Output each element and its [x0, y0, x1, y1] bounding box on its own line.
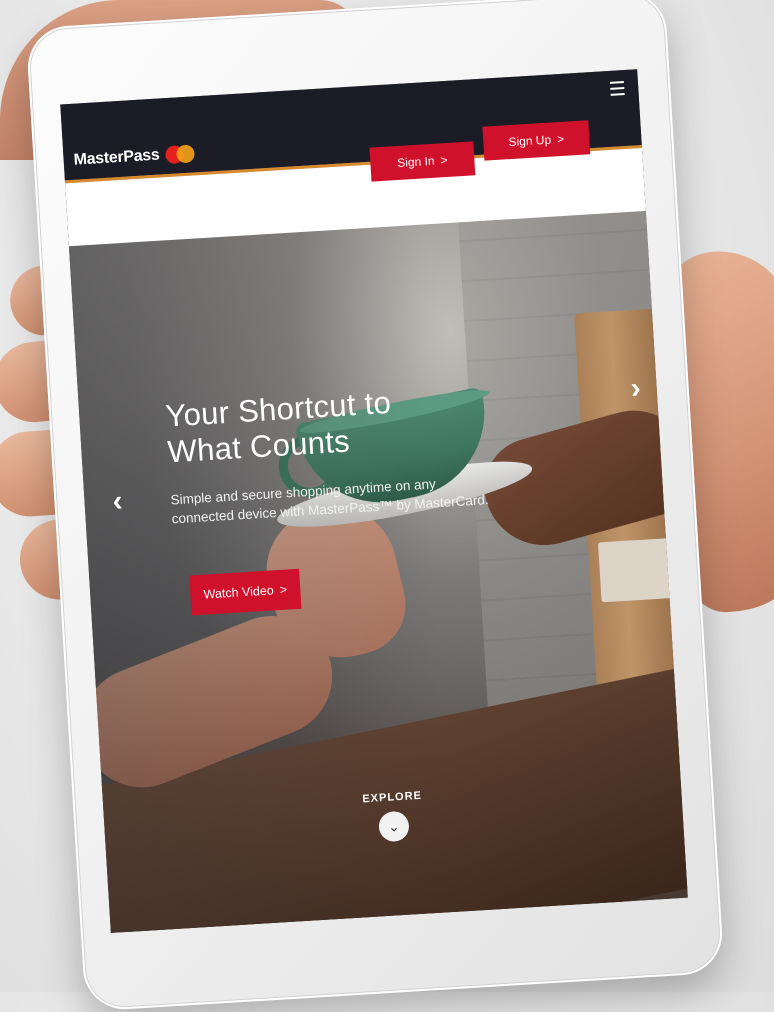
- tablet-device: MasterPass Sign In > Sign Up > ‹ › Your …: [25, 0, 725, 1012]
- watch-video-label: Watch Video: [203, 583, 275, 602]
- mastercard-circles-icon: [164, 144, 196, 165]
- chevron-right-icon: >: [556, 131, 565, 147]
- hero-text-block: Your Shortcut to What Counts Simple and …: [164, 379, 501, 529]
- chevron-right-icon: >: [279, 582, 288, 597]
- watch-video-button[interactable]: Watch Video >: [189, 568, 302, 616]
- sign-in-label: Sign In: [396, 153, 435, 170]
- explore-glyph: ⌄: [387, 817, 401, 835]
- carousel-prev-arrow-icon[interactable]: ‹: [112, 484, 124, 519]
- sign-in-button[interactable]: Sign In >: [369, 141, 476, 182]
- carousel-next-arrow-icon[interactable]: ›: [630, 372, 642, 407]
- tablet-screen: MasterPass Sign In > Sign Up > ‹ › Your …: [60, 69, 688, 933]
- sign-up-button[interactable]: Sign Up >: [482, 120, 591, 161]
- hamburger-menu-icon[interactable]: [604, 76, 631, 102]
- chevron-right-icon: >: [440, 152, 448, 168]
- sign-up-label: Sign Up: [508, 132, 552, 150]
